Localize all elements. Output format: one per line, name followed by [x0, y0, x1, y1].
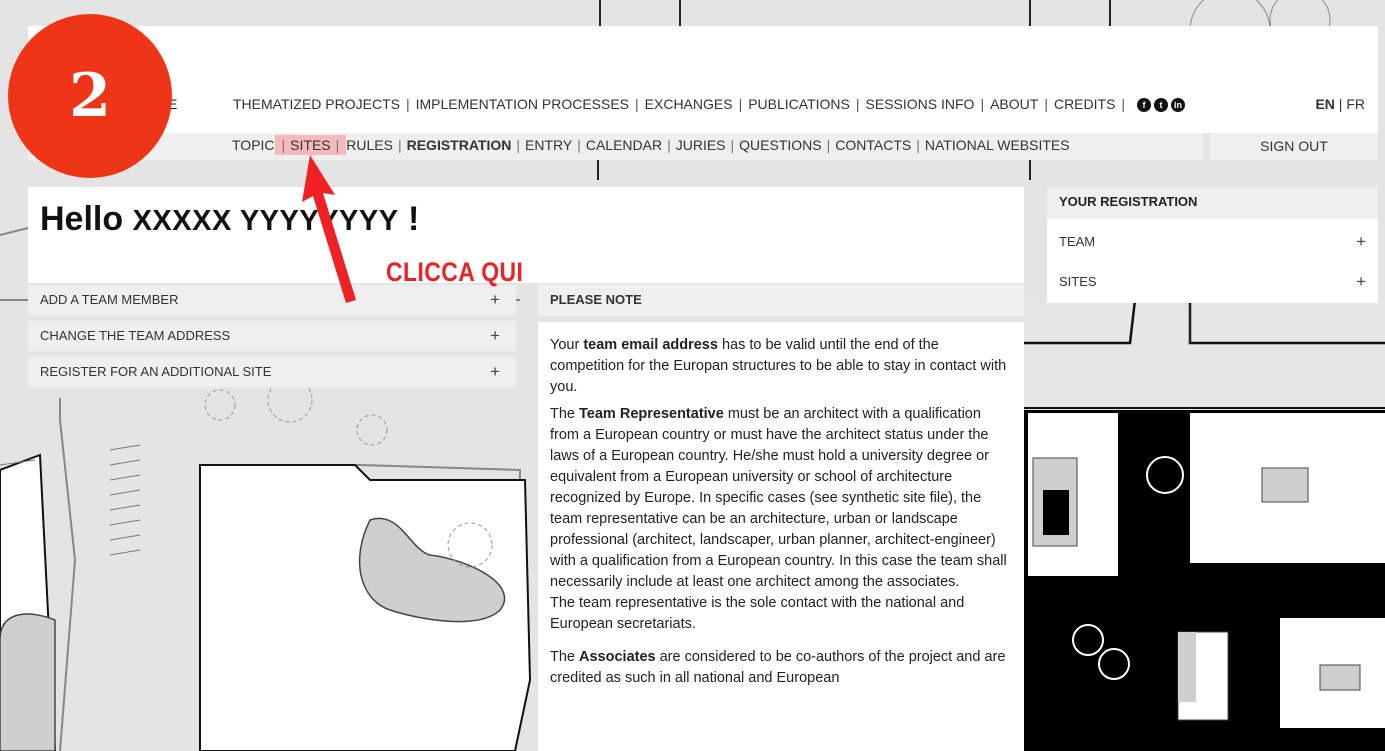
greeting-hello: Hello	[40, 200, 124, 238]
action-label: CHANGE THE TEAM ADDRESS	[40, 328, 231, 343]
subnav-registration[interactable]: REGISTRATION	[407, 137, 512, 153]
plus-icon: +	[490, 326, 500, 345]
nav-publications[interactable]: PUBLICATIONS	[748, 96, 850, 112]
registration-item-label: TEAM	[1059, 234, 1096, 249]
nav-credits[interactable]: CREDITS	[1054, 96, 1115, 112]
nav-about[interactable]: ABOUT	[990, 96, 1038, 112]
greeting-exclaim: !	[408, 200, 420, 238]
twitter-icon[interactable]: t	[1154, 98, 1169, 113]
registration-team-item[interactable]: TEAM +	[1047, 227, 1378, 257]
lang-fr[interactable]: FR	[1346, 96, 1365, 112]
nav-separator: |	[855, 96, 860, 112]
note-paragraph-representative: The Team Representative must be an archi…	[550, 406, 1007, 632]
linkedin-icon[interactable]: in	[1171, 98, 1186, 113]
please-note-heading: PLEASE NOTE	[538, 284, 1024, 316]
plus-icon: +	[490, 362, 500, 381]
register-additional-site-button[interactable]: REGISTER FOR AN ADDITIONAL SITE +	[28, 357, 516, 387]
top-header-bar	[28, 26, 1378, 133]
plus-icon: +	[1356, 232, 1366, 251]
subnav-topic[interactable]: TOPIC	[232, 137, 275, 153]
plus-icon: +	[490, 290, 500, 309]
main-navigation: THEMATIZED PROJECTS | IMPLEMENTATION PROCE…	[233, 96, 1186, 113]
nav-implementation-processes[interactable]: IMPLEMENTATION PROCESSES	[416, 96, 629, 112]
nav-exchanges[interactable]: EXCHANGES	[645, 96, 733, 112]
language-switcher: EN | FR	[1315, 96, 1365, 112]
add-team-member-button[interactable]: ADD A TEAM MEMBER +	[28, 285, 516, 315]
subnav-entry[interactable]: ENTRY	[525, 137, 572, 153]
team-actions: ADD A TEAM MEMBER + CHANGE THE TEAM ADDR…	[28, 285, 516, 393]
step-number-badge: 2	[8, 14, 172, 178]
nav-thematized-projects[interactable]: THEMATIZED PROJECTS	[233, 96, 400, 112]
action-label: REGISTER FOR AN ADDITIONAL SITE	[40, 364, 272, 379]
subnav-questions[interactable]: QUESTIONS	[739, 137, 821, 153]
registration-sites-item[interactable]: SITES +	[1047, 267, 1378, 297]
nav-separator: |	[980, 96, 985, 112]
nav-separator: |	[405, 96, 410, 112]
lang-separator: |	[1338, 96, 1343, 112]
registration-item-label: SITES	[1059, 274, 1097, 289]
facebook-icon[interactable]: f	[1137, 98, 1152, 113]
subnav-juries[interactable]: JURIES	[676, 137, 726, 153]
action-label: ADD A TEAM MEMBER	[40, 292, 179, 307]
nav-sessions-info[interactable]: SESSIONS INFO	[866, 96, 975, 112]
nav-separator: |	[635, 96, 639, 112]
nav-separator: |	[1121, 96, 1126, 112]
sign-out-button[interactable]: SIGN OUT	[1210, 133, 1378, 160]
social-links: f t in	[1137, 98, 1186, 113]
note-paragraph-email: Your team email address has to be valid …	[550, 337, 1007, 395]
please-note-content: Your team email address has to be valid …	[538, 322, 1024, 751]
change-team-address-button[interactable]: CHANGE THE TEAM ADDRESS +	[28, 321, 516, 351]
lang-en[interactable]: EN	[1315, 96, 1334, 112]
subnav-contacts[interactable]: CONTACTS	[835, 137, 911, 153]
nav-separator: |	[738, 96, 743, 112]
plus-icon: +	[1356, 272, 1366, 291]
subnav-calendar[interactable]: CALENDAR	[586, 137, 662, 153]
nav-separator: |	[1044, 96, 1048, 112]
registration-panel-title: YOUR REGISTRATION	[1047, 187, 1378, 219]
note-paragraph-associates: The Associates are considered to be co-a…	[550, 649, 1006, 686]
subnav-national-websites[interactable]: NATIONAL WEBSITES	[925, 137, 1070, 153]
click-here-annotation: CLICCA QUI	[386, 257, 524, 287]
red-arrow-icon	[302, 155, 356, 303]
